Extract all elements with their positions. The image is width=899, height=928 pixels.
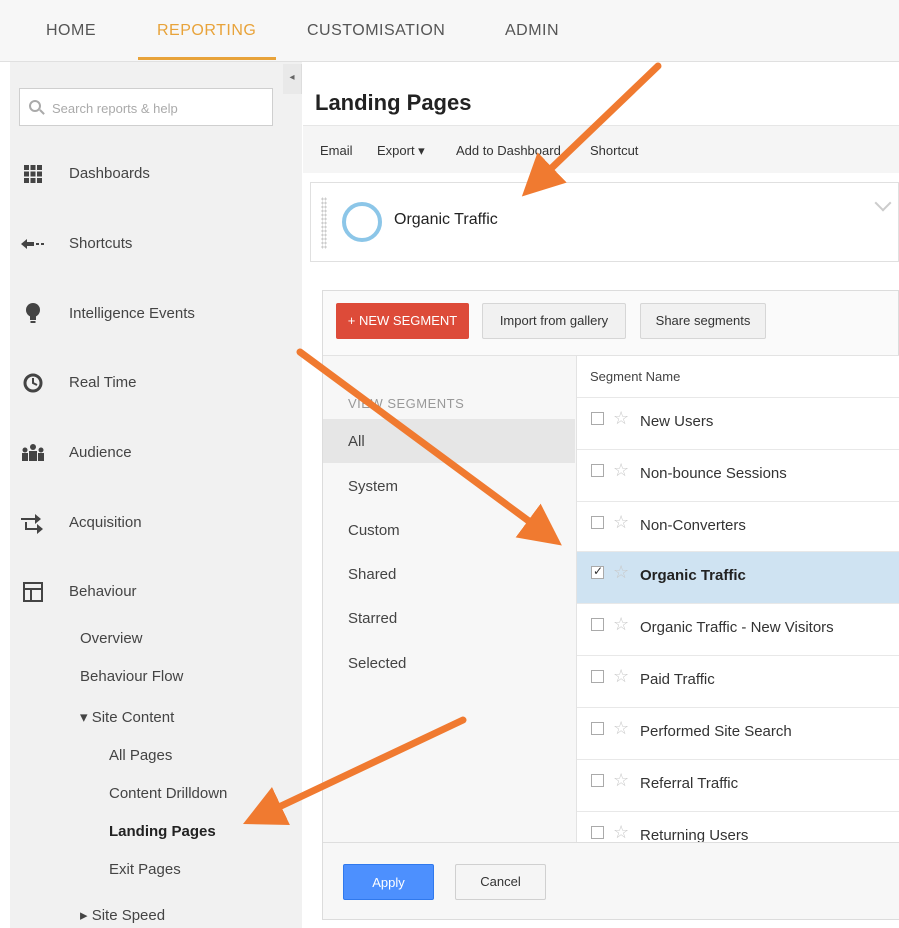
segment-checkbox-checked[interactable] xyxy=(591,564,604,579)
segment-ring-icon xyxy=(342,202,382,242)
segment-name-header: Segment Name xyxy=(590,369,681,384)
add-to-dashboard-button[interactable]: Add to Dashboard xyxy=(456,143,561,158)
sidebar-sub-all-pages[interactable]: All Pages xyxy=(109,747,172,764)
tab-admin[interactable]: ADMIN xyxy=(505,22,559,40)
category-selected[interactable]: Selected xyxy=(348,655,406,672)
segment-name: Paid Traffic xyxy=(640,671,715,688)
clock-icon xyxy=(20,371,46,395)
sidebar-sub-behaviour-flow[interactable]: Behaviour Flow xyxy=(80,668,183,685)
sidebar-item-intelligence-events[interactable]: Intelligence Events xyxy=(20,296,195,332)
segment-name: New Users xyxy=(640,413,714,430)
segment-name: Non-bounce Sessions xyxy=(640,465,787,482)
grid-icon xyxy=(20,162,46,186)
sidebar-sub-landing-pages[interactable]: Landing Pages xyxy=(109,823,216,840)
chevron-down-icon[interactable] xyxy=(874,194,892,212)
apply-button[interactable]: Apply xyxy=(343,864,434,900)
segment-row[interactable]: ☆ Returning Users xyxy=(577,811,899,844)
sidebar-item-shortcuts[interactable]: Shortcuts xyxy=(20,226,132,262)
segment-checkbox[interactable] xyxy=(591,464,604,477)
segment-checkbox[interactable] xyxy=(591,826,604,839)
email-button[interactable]: Email xyxy=(320,143,353,158)
sidebar-sub-overview[interactable]: Overview xyxy=(80,630,143,647)
segment-checkbox[interactable] xyxy=(591,670,604,683)
drag-handle-icon[interactable] xyxy=(321,197,327,249)
segment-checkbox[interactable] xyxy=(591,618,604,631)
category-shared[interactable]: Shared xyxy=(348,566,396,583)
sidebar-sub-site-content[interactable]: ▾ Site Content xyxy=(80,708,174,726)
new-segment-button[interactable]: + NEW SEGMENT xyxy=(336,303,469,339)
arrow-left-icon xyxy=(20,232,46,256)
star-icon[interactable]: ☆ xyxy=(613,408,629,429)
segment-row[interactable]: ☆ New Users xyxy=(577,397,899,449)
sidebar-item-label: Shortcuts xyxy=(69,235,133,252)
lightbulb-icon xyxy=(20,302,46,326)
category-starred[interactable]: Starred xyxy=(348,610,397,627)
sidebar-item-acquisition[interactable]: Acquisition xyxy=(20,505,142,541)
tab-customisation[interactable]: CUSTOMISATION xyxy=(307,22,445,40)
sidebar-item-behaviour[interactable]: Behaviour xyxy=(20,574,137,610)
star-icon[interactable]: ☆ xyxy=(613,666,629,687)
view-segments-header: VIEW SEGMENTS xyxy=(348,396,465,411)
import-from-gallery-button[interactable]: Import from gallery xyxy=(482,303,626,339)
page-title: Landing Pages xyxy=(315,90,472,115)
segment-name: Non-Converters xyxy=(640,517,746,534)
segment-name: Organic Traffic - New Visitors xyxy=(640,619,834,636)
segment-row[interactable]: ☆ Paid Traffic xyxy=(577,655,899,707)
sidebar-sub-site-speed[interactable]: ▸ Site Speed xyxy=(80,906,165,924)
caret-left-icon: ◂ xyxy=(289,72,295,83)
star-icon[interactable]: ☆ xyxy=(613,512,629,533)
star-icon[interactable]: ☆ xyxy=(613,460,629,481)
sidebar-item-label: Real Time xyxy=(69,374,137,391)
sidebar-sub-content-drilldown[interactable]: Content Drilldown xyxy=(109,785,227,802)
segment-chip[interactable]: Organic Traffic xyxy=(310,182,899,262)
top-nav: HOME REPORTING CUSTOMISATION ADMIN xyxy=(0,0,899,62)
sidebar-sub-exit-pages[interactable]: Exit Pages xyxy=(109,861,181,878)
segment-chip-name: Organic Traffic xyxy=(394,211,498,228)
segment-checkbox[interactable] xyxy=(591,516,604,529)
arrows-icon xyxy=(20,511,46,535)
tab-home[interactable]: HOME xyxy=(46,22,96,40)
segment-name: Referral Traffic xyxy=(640,775,739,792)
sidebar-item-label: Dashboards xyxy=(69,165,150,182)
segment-checkbox[interactable] xyxy=(591,774,604,787)
segment-name: Organic Traffic xyxy=(640,567,746,584)
segment-row[interactable]: ☆ Organic Traffic - New Visitors xyxy=(577,603,899,655)
shortcut-button[interactable]: Shortcut xyxy=(590,143,638,158)
cancel-button[interactable]: Cancel xyxy=(455,864,546,900)
sidebar-item-audience[interactable]: Audience xyxy=(20,435,132,471)
segment-name: Performed Site Search xyxy=(640,723,792,740)
segment-row[interactable]: ☆ Non-Converters xyxy=(577,501,899,553)
star-icon[interactable]: ☆ xyxy=(613,770,629,791)
export-button[interactable]: Export ▾ xyxy=(377,143,425,159)
search-box[interactable]: Search reports & help xyxy=(19,88,273,126)
segment-row-selected[interactable]: ☆ Organic Traffic xyxy=(577,551,899,603)
category-all[interactable]: All xyxy=(348,433,365,450)
search-input[interactable]: Search reports & help xyxy=(52,101,178,116)
sidebar-item-label: Behaviour xyxy=(69,583,137,600)
star-icon[interactable]: ☆ xyxy=(613,614,629,635)
segment-checkbox[interactable] xyxy=(591,722,604,735)
sidebar-item-label: Audience xyxy=(69,444,132,461)
segment-row[interactable]: ☆ Non-bounce Sessions xyxy=(577,449,899,501)
search-icon xyxy=(29,100,41,112)
segment-row[interactable]: ☆ Referral Traffic xyxy=(577,759,899,811)
tab-reporting[interactable]: REPORTING xyxy=(157,22,256,40)
sidebar-item-label: Acquisition xyxy=(69,514,142,531)
segment-row[interactable]: ☆ Performed Site Search xyxy=(577,707,899,759)
sidebar-collapse-button[interactable]: ◂ xyxy=(283,64,302,94)
layout-icon xyxy=(20,580,46,604)
sidebar-item-real-time[interactable]: Real Time xyxy=(20,365,137,401)
category-custom[interactable]: Custom xyxy=(348,522,400,539)
category-system[interactable]: System xyxy=(348,478,398,495)
star-icon[interactable]: ☆ xyxy=(613,562,629,583)
star-icon[interactable]: ☆ xyxy=(613,718,629,739)
active-tab-indicator xyxy=(138,57,276,60)
segment-checkbox[interactable] xyxy=(591,412,604,425)
share-segments-button[interactable]: Share segments xyxy=(640,303,766,339)
people-icon xyxy=(20,441,46,465)
star-icon[interactable]: ☆ xyxy=(613,822,629,843)
sidebar-item-label: Intelligence Events xyxy=(69,305,195,322)
sidebar-item-dashboards[interactable]: Dashboards xyxy=(20,156,150,192)
